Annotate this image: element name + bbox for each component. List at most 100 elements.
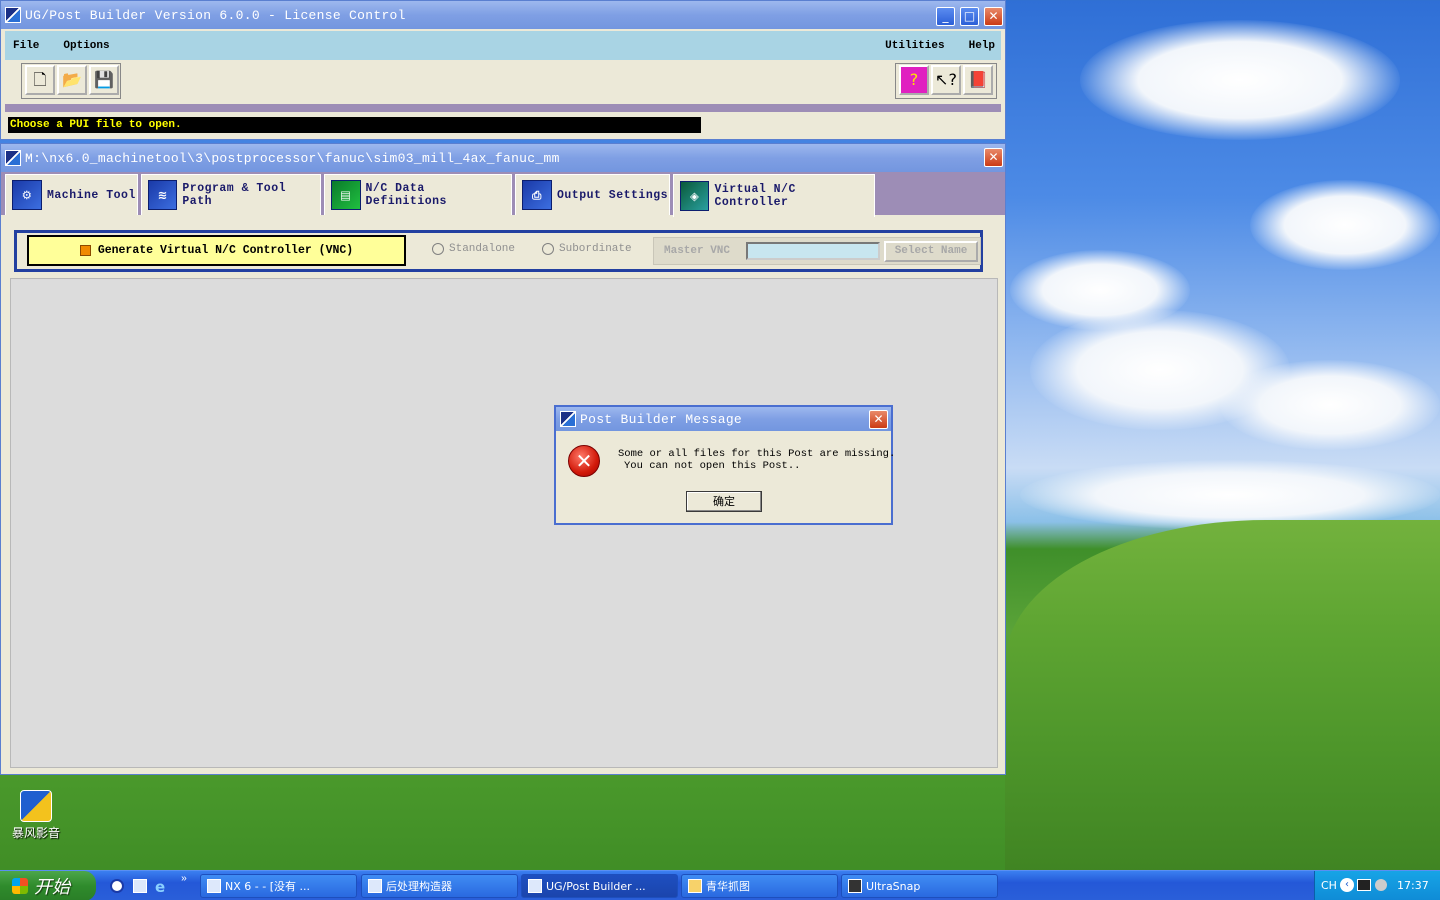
select-name-button[interactable]: Select Name [884,241,978,262]
purple-separator [5,104,1001,112]
checkbox-indicator [79,245,91,256]
machine-tool-icon: ⚙ [12,180,42,210]
task-ultrasnap[interactable]: UltraSnap [841,874,998,898]
system-tray: CH ‹ 17:37 [1314,871,1440,900]
radio-circle [432,243,444,255]
tab-output-settings[interactable]: ⎙ Output Settings [515,174,670,215]
master-vnc-group: Master VNC Select Name [653,237,981,265]
main-window: UG/Post Builder Version 6.0.0 - License … [0,0,1006,140]
task-label: 后处理构造器 [386,880,452,893]
task-label: UG/Post Builder ... [546,879,646,893]
nc-data-icon: ▤ [331,180,361,210]
printer-icon: ⎙ [522,180,552,210]
task-qinghua-capture[interactable]: 青华抓图 [681,874,838,898]
main-window-title: UG/Post Builder Version 6.0.0 - License … [25,7,406,23]
quicklaunch-desktop-icon[interactable] [133,879,147,893]
nx-icon [207,879,221,893]
tab-label: Virtual N/C Controller [714,183,796,209]
camera-icon [848,879,862,893]
post-icon [368,879,382,893]
standalone-label: Standalone [449,243,516,255]
media-player-icon [20,790,52,822]
menu-options[interactable]: Options [63,40,109,52]
tray-camera-icon[interactable] [1357,879,1371,891]
vnc-panel: Generate Virtual N/C Controller (VNC) St… [14,230,983,272]
post-window-title: M:\nx6.0_machinetool\3\postprocessor\fan… [25,150,560,166]
start-button[interactable]: 开始 [0,871,96,900]
start-label: 开始 [34,877,70,898]
vnc-panel-inner: Generate Virtual N/C Controller (VNC) St… [17,233,981,269]
dialog-titlebar[interactable]: Post Builder Message [556,407,891,431]
open-file-icon[interactable]: 📂 [57,65,87,95]
tool-path-icon: ≋ [148,180,178,210]
tray-volume-icon[interactable] [1375,879,1387,891]
menu-help[interactable]: Help [969,40,995,52]
task-label: UltraSnap [866,879,921,893]
task-ug-post-builder[interactable]: UG/Post Builder ... [521,874,678,898]
taskbar: 开始 e » NX 6 - - [没有 ... 后处理构造器 UG/Post B… [0,870,1440,900]
menu-utilities[interactable]: Utilities [885,40,944,52]
message-dialog: Post Builder Message ✕ ✕ Some or all fil… [554,405,896,525]
sky-cloud [1250,180,1440,270]
clock[interactable]: 17:37 [1397,879,1429,892]
desktop-icon-label: 暴风影音 [11,826,60,840]
status-bar: Choose a PUI file to open. [8,117,701,133]
sky-cloud [1080,20,1400,140]
tray-arrow-icon[interactable]: ‹ [1340,878,1354,892]
tab-label: Output Settings [557,188,669,202]
menu-file[interactable]: File [13,40,39,52]
tab-program-tool-path[interactable]: ≋ Program & Tool Path [141,174,321,215]
tab-label: N/C Data Definitions [365,182,447,208]
task-nx6[interactable]: NX 6 - - [没有 ... [200,874,357,898]
post-titlebar[interactable]: M:\nx6.0_machinetool\3\postprocessor\fan… [1,144,1005,172]
main-titlebar[interactable]: UG/Post Builder Version 6.0.0 - License … [1,1,1005,29]
app-icon [5,7,21,23]
quicklaunch-more-icon[interactable]: » [181,874,187,885]
generate-vnc-label: Generate Virtual N/C Controller (VNC) [97,244,354,257]
tab-machine-tool[interactable]: ⚙ Machine Tool [5,174,138,215]
dialog-close-button[interactable]: ✕ [869,410,888,429]
error-icon: ✕ [568,445,600,477]
master-vnc-label: Master VNC [664,245,731,257]
dialog-app-icon [560,411,576,427]
subordinate-radio[interactable]: Subordinate [542,243,632,255]
balloon-help-icon[interactable]: ? [899,65,929,95]
generate-vnc-toggle[interactable]: Generate Virtual N/C Controller (VNC) [27,235,406,266]
standalone-radio[interactable]: Standalone [432,243,515,255]
dialog-message-line-1: Some or all files for this Post are miss… [618,448,896,460]
folder-icon [688,879,702,893]
task-label: NX 6 - - [没有 ... [225,880,310,893]
post-window-icon [5,150,21,166]
dialog-message-line-2: You can not open this Post.. [624,460,801,472]
close-button[interactable]: ✕ [984,7,1003,26]
master-vnc-input[interactable] [746,242,880,260]
green-hill [1005,520,1440,880]
tab-label: Program & Tool Path [182,182,287,208]
save-file-icon[interactable]: 💾 [89,65,119,95]
subordinate-label: Subordinate [559,243,632,255]
task-post-constructor[interactable]: 后处理构造器 [361,874,518,898]
post-close-button[interactable]: ✕ [984,148,1003,167]
tab-virtual-nc-controller[interactable]: ◈ Virtual N/C Controller [673,174,875,217]
tab-label: Machine Tool [47,188,136,202]
minimize-button[interactable]: _ [936,7,955,26]
desktop-icon-storm-player[interactable]: 暴风影音 [10,790,62,841]
ok-button[interactable]: 确定 [686,491,762,512]
tab-nc-data-definitions[interactable]: ▤ N/C Data Definitions [324,174,512,215]
task-label: 青华抓图 [706,880,750,893]
sky-cloud [1220,360,1440,450]
new-file-icon[interactable]: 🗋 [25,65,55,95]
menu-bar: File Options Utilities Help [5,31,1001,60]
quicklaunch-media-icon[interactable] [110,879,124,893]
vnc-icon: ◈ [680,181,710,211]
context-help-icon[interactable]: ↖? [931,65,961,95]
user-manual-icon[interactable]: 📕 [963,65,993,95]
radio-circle [542,243,554,255]
language-indicator[interactable]: CH [1321,879,1337,892]
quicklaunch-ie-icon[interactable]: e [155,878,165,896]
windows-logo-icon [12,878,28,894]
post-builder-icon [528,879,542,893]
maximize-button[interactable]: □ [960,7,979,26]
dialog-title: Post Builder Message [580,411,743,427]
tab-bar: ⚙ Machine Tool ≋ Program & Tool Path ▤ N… [1,172,1005,217]
